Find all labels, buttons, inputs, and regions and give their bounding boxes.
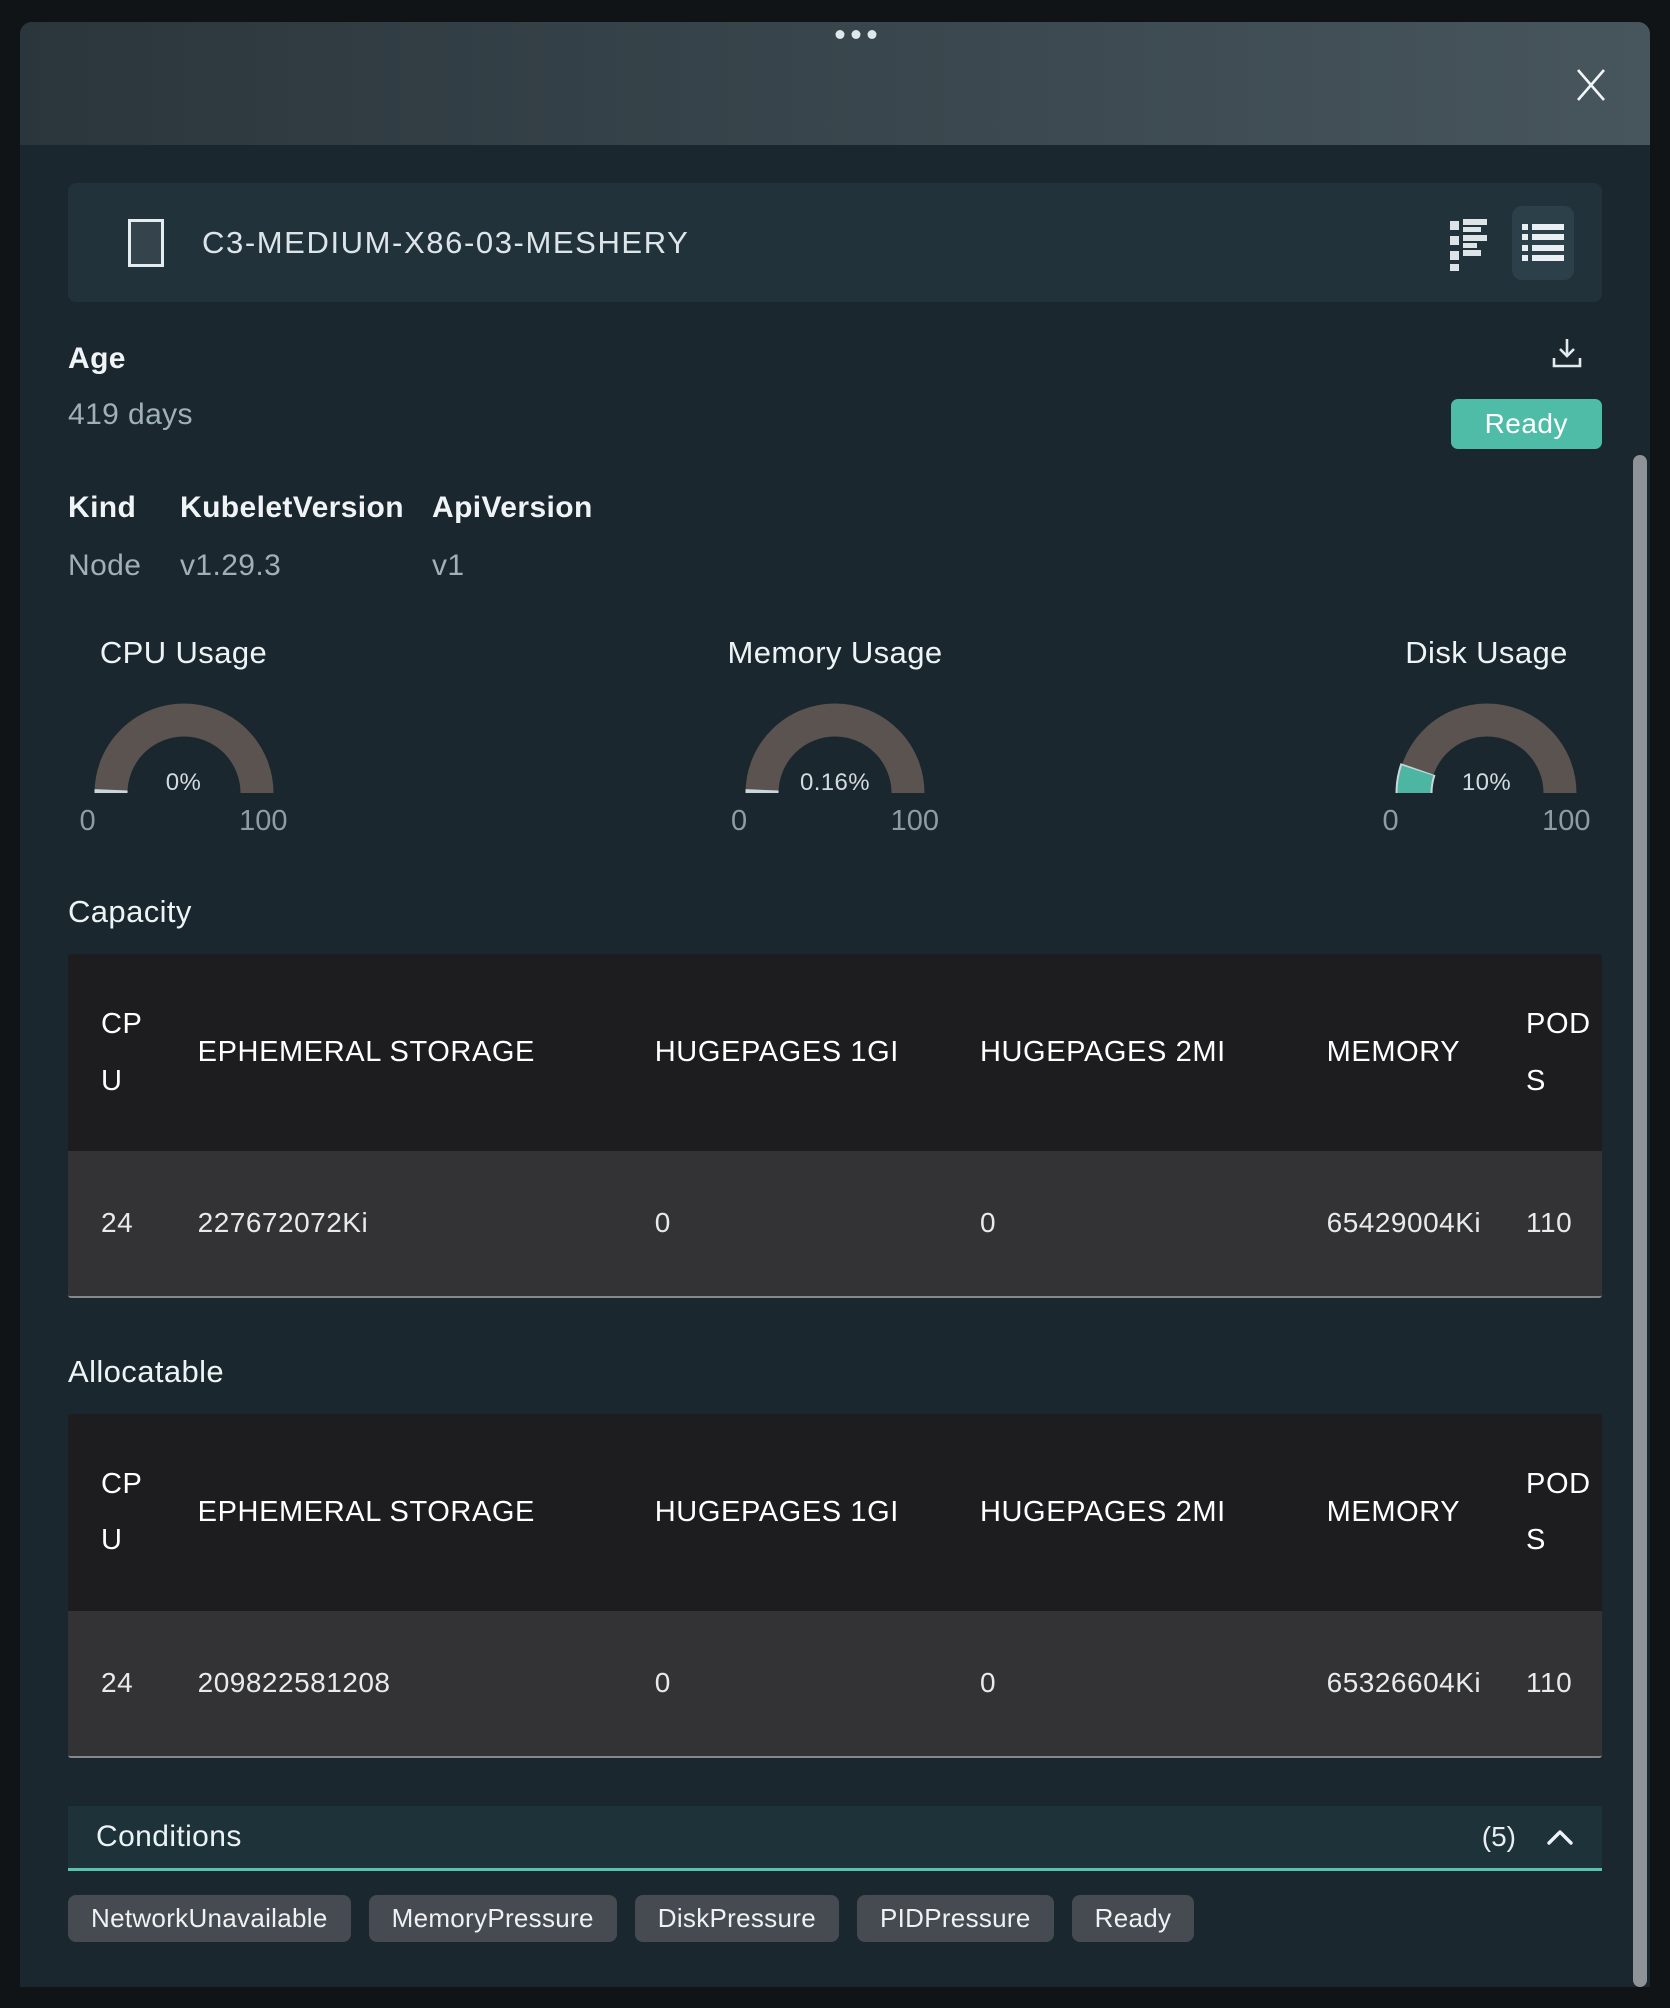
age-label: Age bbox=[68, 342, 1372, 376]
age-value: 419 days bbox=[68, 398, 1372, 432]
column-header: EPHEMERAL STORAGE bbox=[165, 1414, 622, 1611]
column-header: PODS bbox=[1493, 954, 1602, 1151]
field-apiversion: ApiVersion v1 bbox=[432, 491, 593, 583]
gauge-max: 100 bbox=[891, 805, 939, 838]
table-title: Allocatable bbox=[68, 1354, 1602, 1390]
table-cell: 209822581208 bbox=[165, 1611, 622, 1756]
table-cell: 0 bbox=[622, 1611, 947, 1756]
gauges-row: CPU Usage 0% 0 100 Memory Usage 0.16% 0 … bbox=[68, 635, 1602, 838]
table-cell: 65429004Ki bbox=[1294, 1151, 1493, 1296]
section-title: Conditions bbox=[96, 1820, 242, 1854]
field-label: ApiVersion bbox=[432, 491, 593, 525]
field-label: Kind bbox=[68, 491, 180, 525]
section-header-conditions[interactable]: Conditions (5) bbox=[68, 1806, 1602, 1871]
column-header: MEMORY bbox=[1294, 954, 1493, 1151]
gauge-max: 100 bbox=[1542, 805, 1590, 838]
table-header-row: CPUEPHEMERAL STORAGEHUGEPAGES 1GIHUGEPAG… bbox=[68, 1414, 1602, 1611]
table-row: 242098225812080065326604Ki110 bbox=[68, 1611, 1602, 1756]
table-cell: 110 bbox=[1493, 1611, 1602, 1756]
node-title: C3-MEDIUM-X86-03-MESHERY bbox=[202, 225, 689, 261]
field-value: v1.29.3 bbox=[180, 549, 432, 583]
table-cell: 0 bbox=[947, 1611, 1294, 1756]
sections-container: Conditions (5) NetworkUnavailable MemoryP… bbox=[68, 1806, 1602, 1987]
tables-container: Capacity CPUEPHEMERAL STORAGEHUGEPAGES 1… bbox=[68, 894, 1602, 1758]
gauge-arc: 0% bbox=[84, 693, 284, 799]
column-header: HUGEPAGES 1GI bbox=[622, 954, 947, 1151]
table-cell: 0 bbox=[947, 1151, 1294, 1296]
close-icon bbox=[1574, 68, 1608, 102]
section-count: (5) bbox=[1482, 1821, 1516, 1853]
gauge-min: 0 bbox=[80, 805, 96, 838]
field-label: KubeletVersion bbox=[180, 491, 432, 525]
status-badge: Ready bbox=[1451, 399, 1602, 449]
table-cell: 24 bbox=[68, 1151, 165, 1296]
detail-view-button[interactable] bbox=[1446, 213, 1490, 273]
column-header: MEMORY bbox=[1294, 1414, 1493, 1611]
gauge-value: 0.16% bbox=[735, 769, 935, 797]
chip: MemoryPressure bbox=[369, 1895, 617, 1942]
list-view-button-selected[interactable] bbox=[1512, 206, 1574, 280]
table-cell: 24 bbox=[68, 1611, 165, 1756]
chip-list: NetworkUnavailable MemoryPressure DiskPres… bbox=[68, 1895, 1602, 1942]
column-header: PODS bbox=[1493, 1414, 1602, 1611]
fields-row: Kind NodeKubeletVersion v1.29.3ApiVersio… bbox=[68, 491, 1602, 583]
node-header-card: C3-MEDIUM-X86-03-MESHERY bbox=[68, 183, 1602, 302]
chip: NetworkUnavailable bbox=[68, 1895, 351, 1942]
table-row: 24227672072Ki0065429004Ki110 bbox=[68, 1151, 1602, 1296]
column-header: HUGEPAGES 1GI bbox=[622, 1414, 947, 1611]
field-value: v1 bbox=[432, 549, 593, 583]
chevron-up-icon[interactable] bbox=[1546, 1828, 1574, 1846]
column-header: HUGEPAGES 2MI bbox=[947, 1414, 1294, 1611]
table-cell: 65326604Ki bbox=[1294, 1611, 1493, 1756]
section-conditions: Conditions (5) NetworkUnavailable MemoryP… bbox=[68, 1806, 1602, 1942]
modal-titlebar bbox=[20, 22, 1650, 145]
field-kind: Kind Node bbox=[68, 491, 180, 583]
chip: DiskPressure bbox=[635, 1895, 839, 1942]
table-title: Capacity bbox=[68, 894, 1602, 930]
detail-list-icon bbox=[1448, 215, 1488, 271]
gauge-title: CPU Usage bbox=[76, 635, 291, 671]
gauge-min: 0 bbox=[1383, 805, 1399, 838]
gauge-disk-usage: Disk Usage 10% 0 100 bbox=[1379, 635, 1594, 838]
node-checkbox[interactable] bbox=[128, 219, 164, 267]
column-header: CPU bbox=[68, 1414, 165, 1611]
table-cell: 110 bbox=[1493, 1151, 1602, 1296]
gauge-title: Disk Usage bbox=[1379, 635, 1594, 671]
column-header: HUGEPAGES 2MI bbox=[947, 954, 1294, 1151]
gauge-value: 10% bbox=[1387, 769, 1587, 797]
gauge-title: Memory Usage bbox=[728, 635, 943, 671]
gauge-cpu-usage: CPU Usage 0% 0 100 bbox=[76, 635, 291, 838]
table-header-row: CPUEPHEMERAL STORAGEHUGEPAGES 1GIHUGEPAG… bbox=[68, 954, 1602, 1151]
gauge-arc: 0.16% bbox=[735, 693, 935, 799]
close-button[interactable] bbox=[1572, 66, 1610, 104]
gauge-arc: 10% bbox=[1387, 693, 1587, 799]
scrollbar[interactable] bbox=[1633, 455, 1647, 1987]
chip: PIDPressure bbox=[857, 1895, 1054, 1942]
gauge-value: 0% bbox=[84, 769, 284, 797]
table-cell: 227672072Ki bbox=[165, 1151, 622, 1296]
download-icon bbox=[1550, 336, 1584, 370]
table: CPUEPHEMERAL STORAGEHUGEPAGES 1GIHUGEPAG… bbox=[68, 1414, 1602, 1758]
drag-handle-icon[interactable] bbox=[835, 30, 876, 39]
chip: Ready bbox=[1072, 1895, 1195, 1942]
table: CPUEPHEMERAL STORAGEHUGEPAGES 1GIHUGEPAG… bbox=[68, 954, 1602, 1298]
field-kubeletversion: KubeletVersion v1.29.3 bbox=[180, 491, 432, 583]
list-view-icon bbox=[1522, 224, 1564, 262]
gauge-min: 0 bbox=[731, 805, 747, 838]
field-value: Node bbox=[68, 549, 180, 583]
node-details-modal: C3-MEDIUM-X86-03-MESHERY bbox=[20, 22, 1650, 1987]
gauge-memory-usage: Memory Usage 0.16% 0 100 bbox=[728, 635, 943, 838]
column-header: CPU bbox=[68, 954, 165, 1151]
gauge-max: 100 bbox=[239, 805, 287, 838]
column-header: EPHEMERAL STORAGE bbox=[165, 954, 622, 1151]
table-section-capacity: Capacity CPUEPHEMERAL STORAGEHUGEPAGES 1… bbox=[68, 894, 1602, 1298]
download-button[interactable] bbox=[1550, 336, 1584, 375]
table-cell: 0 bbox=[622, 1151, 947, 1296]
table-section-allocatable: Allocatable CPUEPHEMERAL STORAGEHUGEPAGE… bbox=[68, 1354, 1602, 1758]
modal-content: C3-MEDIUM-X86-03-MESHERY bbox=[20, 183, 1650, 1987]
